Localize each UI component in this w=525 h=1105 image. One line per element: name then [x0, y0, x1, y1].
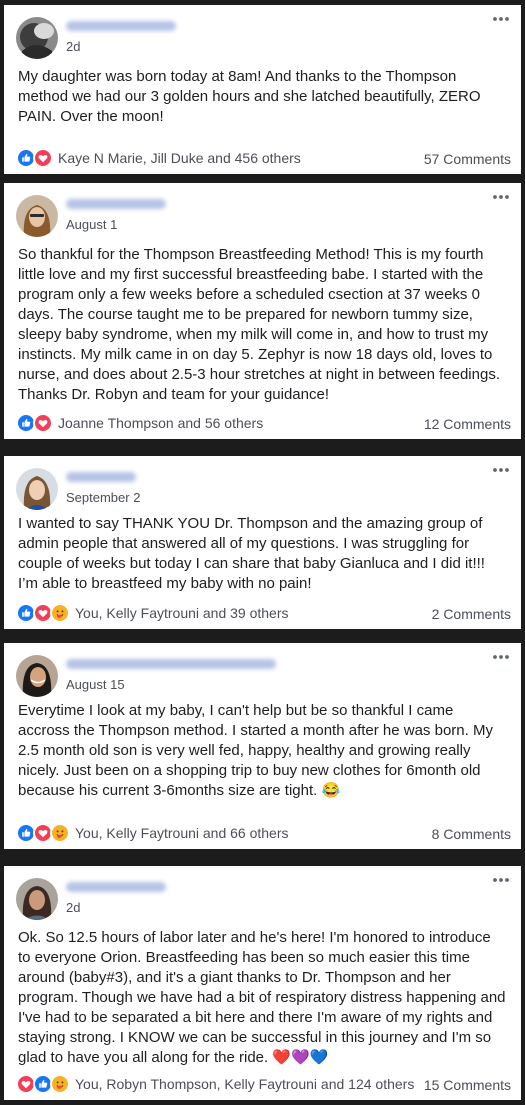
author-name-blurred[interactable] [66, 472, 136, 482]
post-card: August 15 Everytime I look at my baby, I… [4, 643, 521, 849]
reactions-text: Kaye N Marie, Jill Duke and 456 others [58, 150, 301, 166]
author-name-blurred[interactable] [66, 21, 176, 31]
love-icon [33, 413, 53, 433]
post-text: I wanted to say THANK YOU Dr. Thompson a… [18, 515, 485, 592]
post-card: 2d My daughter was born today at 8am! An… [4, 5, 521, 174]
post-footer: You, Kelly Faytrouni and 66 others 8 Com… [4, 815, 521, 849]
reactions-summary[interactable]: You, Kelly Faytrouni and 66 others [16, 823, 289, 843]
post-text: Everytime I look at my baby, I can't hel… [18, 702, 493, 799]
reactions-summary[interactable]: You, Kelly Faytrouni and 39 others [16, 603, 289, 623]
post-timestamp[interactable]: August 15 [66, 677, 125, 692]
reactions-summary[interactable]: You, Robyn Thompson, Kelly Faytrouni and… [16, 1074, 414, 1094]
comments-count[interactable]: 12 Comments [424, 416, 511, 432]
care-icon [50, 603, 70, 623]
post-card: August 1 So thankful for the Thompson Br… [4, 183, 521, 439]
more-options-icon[interactable] [491, 191, 511, 203]
post-header: 2d [4, 5, 521, 63]
post-header: August 1 [4, 183, 521, 241]
post-card: September 2 I wanted to say THANK YOU Dr… [4, 456, 521, 629]
reactions-text: You, Kelly Faytrouni and 39 others [75, 605, 289, 621]
post-header: September 2 [4, 456, 521, 514]
reactions-text: Joanne Thompson and 56 others [58, 415, 264, 431]
post-text: So thankful for the Thompson Breastfeedi… [18, 246, 500, 403]
post-footer: You, Kelly Faytrouni and 39 others 2 Com… [4, 595, 521, 629]
more-options-icon[interactable] [491, 13, 511, 25]
avatar[interactable] [16, 195, 58, 237]
avatar[interactable] [16, 655, 58, 697]
post-timestamp[interactable]: 2d [66, 900, 80, 915]
post-footer: Kaye N Marie, Jill Duke and 456 others 5… [4, 140, 521, 174]
post-header: August 15 [4, 643, 521, 701]
author-name-blurred[interactable] [66, 199, 166, 209]
reactions-text: You, Robyn Thompson, Kelly Faytrouni and… [75, 1076, 415, 1092]
more-options-icon[interactable] [491, 464, 511, 476]
avatar[interactable] [16, 17, 58, 59]
post-footer: Joanne Thompson and 56 others 12 Comment… [4, 405, 521, 439]
reactions-text: You, Kelly Faytrouni and 66 others [75, 825, 289, 841]
care-icon [50, 823, 70, 843]
care-icon [50, 1074, 70, 1094]
post-header: 2d [4, 866, 521, 924]
post-feed: 2d My daughter was born today at 8am! An… [0, 0, 525, 1105]
post-text: Ok. So 12.5 hours of labor later and he'… [18, 929, 506, 1066]
author-name-blurred[interactable] [66, 882, 166, 892]
post-footer: You, Robyn Thompson, Kelly Faytrouni and… [4, 1066, 521, 1100]
reactions-summary[interactable]: Kaye N Marie, Jill Duke and 456 others [16, 148, 301, 168]
comments-count[interactable]: 8 Comments [432, 826, 511, 842]
reactions-summary[interactable]: Joanne Thompson and 56 others [16, 413, 263, 433]
love-icon [33, 148, 53, 168]
post-text: My daughter was born today at 8am! And t… [18, 68, 481, 125]
comments-count[interactable]: 57 Comments [424, 151, 511, 167]
author-name-blurred[interactable] [66, 659, 276, 669]
comments-count[interactable]: 2 Comments [432, 606, 511, 622]
post-timestamp[interactable]: August 1 [66, 217, 117, 232]
post-timestamp[interactable]: September 2 [66, 490, 140, 505]
comments-count[interactable]: 15 Comments [424, 1077, 511, 1093]
post-timestamp[interactable]: 2d [66, 39, 80, 54]
avatar[interactable] [16, 468, 58, 510]
post-card: 2d Ok. So 12.5 hours of labor later and … [4, 866, 521, 1100]
more-options-icon[interactable] [491, 874, 511, 886]
avatar[interactable] [16, 878, 58, 920]
more-options-icon[interactable] [491, 651, 511, 663]
